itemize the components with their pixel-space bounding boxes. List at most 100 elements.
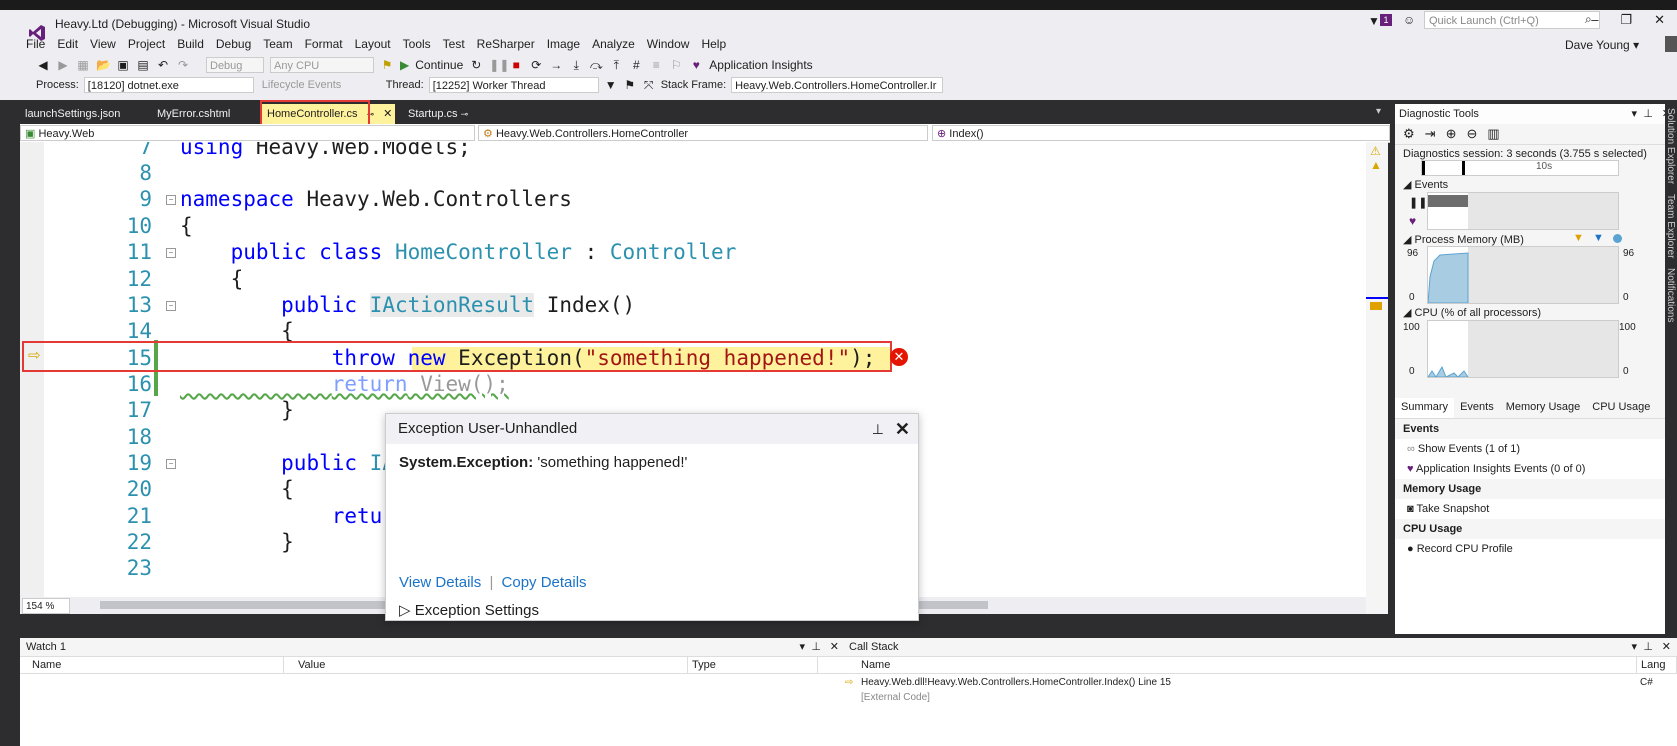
menu-file[interactable]: File <box>26 37 53 51</box>
table-row[interactable]: [External Code] <box>843 690 1677 705</box>
tab-memory-usage[interactable]: Memory Usage <box>1500 398 1587 418</box>
collapse-icon[interactable]: − <box>166 195 176 205</box>
step-into-icon[interactable]: ⤓ <box>569 58 583 72</box>
open-icon[interactable]: 📂 <box>96 58 111 72</box>
restart-debug-icon[interactable]: ⟳ <box>529 58 543 72</box>
code-line-9[interactable]: namespace Heavy.Web.Controllers <box>180 187 572 211</box>
menu-layout[interactable]: Layout <box>355 37 399 51</box>
save-icon[interactable]: ▣ <box>116 58 130 72</box>
code-line-13[interactable]: public IActionResult Index() <box>180 293 635 317</box>
flag-threads-icon[interactable]: ⚑ <box>623 78 637 92</box>
continue-icon[interactable]: ▶ <box>400 54 409 76</box>
close-icon[interactable]: ✕ <box>895 414 910 444</box>
memory-graph[interactable] <box>1427 246 1619 304</box>
code-line-11[interactable]: public class HomeController : Controller <box>180 240 737 264</box>
exception-helper-popup[interactable]: Exception User-Unhandled ⊥ ✕ System.Exce… <box>385 413 919 621</box>
class-combo[interactable]: ⚙ Heavy.Web.Controllers.HomeController <box>478 125 928 141</box>
error-icon[interactable]: ✕ <box>890 348 908 366</box>
collapse-icon[interactable]: − <box>166 459 176 469</box>
filter-icon[interactable]: ▼ <box>1368 14 1380 28</box>
scrollbar-map[interactable]: ⚠ ▲ <box>1366 142 1388 614</box>
table-row[interactable]: ⇨ Heavy.Web.dll!Heavy.Web.Controllers.Ho… <box>843 675 1677 690</box>
tab-overflow-icon[interactable]: ▾ <box>1376 106 1381 117</box>
pin-icon[interactable]: ⊥ <box>811 638 821 656</box>
code-line-17[interactable]: } <box>180 398 294 422</box>
code-line-22[interactable]: } <box>180 530 294 554</box>
menu-help[interactable]: Help <box>701 37 734 51</box>
code-line-20[interactable]: { <box>180 477 294 501</box>
restart-icon[interactable]: ↻ <box>469 58 483 72</box>
ai-events-item[interactable]: ♥ Application Insights Events (0 of 0) <box>1395 459 1677 479</box>
code-line-21[interactable]: return <box>180 504 408 528</box>
events-graph[interactable] <box>1427 192 1619 230</box>
view-details-link[interactable]: View Details <box>399 574 481 591</box>
project-combo[interactable]: ▣ Heavy.Web <box>20 125 475 141</box>
show-events-item[interactable]: ∞ Show Events (1 of 1) <box>1395 439 1677 459</box>
forward-icon[interactable]: ▶ <box>56 58 70 72</box>
close-icon[interactable]: ✕ <box>1654 12 1665 28</box>
break-all-icon[interactable]: ❚❚ <box>489 58 509 72</box>
record-cpu-item[interactable]: ● Record CPU Profile <box>1395 539 1677 559</box>
menu-test[interactable]: Test <box>443 37 473 51</box>
column-header-lang[interactable]: Lang <box>1637 657 1677 673</box>
attach-icon[interactable]: ⚑ <box>380 58 394 72</box>
menu-view[interactable]: View <box>90 37 124 51</box>
stack-frame-combo[interactable]: Heavy.Web.Controllers.HomeController.Ir <box>731 77 944 93</box>
tab-launchsettings[interactable]: launchSettings.json <box>20 104 153 124</box>
code-line-10[interactable]: { <box>180 214 193 238</box>
quick-launch-input[interactable]: Quick Launch (Ctrl+Q) <box>1424 11 1600 29</box>
timeline-ruler[interactable]: 10s <box>1421 160 1619 176</box>
code-line-16[interactable]: return View(); <box>180 372 509 396</box>
column-header-name[interactable]: Name <box>857 657 1637 673</box>
user-account[interactable]: Dave Young ▾ <box>1565 38 1639 52</box>
menu-format[interactable]: Format <box>305 37 351 51</box>
menu-debug[interactable]: Debug <box>216 37 259 51</box>
close-icon[interactable]: ✕ <box>830 638 839 656</box>
new-project-icon[interactable]: ▦ <box>76 58 90 72</box>
code-line-14[interactable]: { <box>180 319 294 343</box>
take-snapshot-item[interactable]: ◙ Take Snapshot <box>1395 499 1677 519</box>
notifications-tab[interactable]: Notifications <box>1665 268 1676 322</box>
show-next-statement-icon[interactable]: → <box>549 58 563 72</box>
step-out-icon[interactable]: ⤒ <box>609 58 623 72</box>
menu-tools[interactable]: Tools <box>403 37 439 51</box>
code-line-19[interactable]: public IAc <box>180 451 407 475</box>
undo-icon[interactable]: ↶ <box>156 58 170 72</box>
pin-icon[interactable]: ⊥ <box>1643 638 1653 656</box>
zoom-in-icon[interactable]: ⊕ <box>1446 126 1457 142</box>
bookmark-icon[interactable]: ⚐ <box>669 58 683 72</box>
pin-icon[interactable]: ⊥ <box>872 414 884 444</box>
menu-window[interactable]: Window <box>647 37 698 51</box>
lifecycle-events-combo[interactable]: Lifecycle Events <box>259 77 381 93</box>
platform-combo[interactable]: Any CPU <box>270 57 374 73</box>
collapse-icon[interactable]: − <box>166 248 176 258</box>
code-line-7[interactable]: using Heavy.Web.Models; <box>180 142 471 159</box>
dropdown-icon[interactable]: ▾ <box>1631 638 1637 656</box>
thread-combo[interactable]: [12252] Worker Thread <box>428 77 599 93</box>
chart-icon[interactable]: ▥ <box>1487 126 1499 142</box>
redo-icon[interactable]: ↷ <box>176 58 190 72</box>
indicator-margin[interactable] <box>20 142 44 614</box>
continue-button[interactable]: Continue <box>415 54 463 76</box>
process-combo[interactable]: [18120] dotnet.exe <box>83 77 254 93</box>
menu-build[interactable]: Build <box>177 37 212 51</box>
team-explorer-tab[interactable]: Team Explorer <box>1665 194 1676 258</box>
close-icon[interactable]: ✕ <box>1662 638 1671 656</box>
member-combo[interactable]: ⊕ Index() <box>932 125 1390 141</box>
menu-project[interactable]: Project <box>128 37 173 51</box>
maximize-icon[interactable]: ❐ <box>1620 12 1632 28</box>
solution-explorer-tab[interactable]: Solution Explorer <box>1665 108 1676 184</box>
menu-team[interactable]: Team <box>263 37 300 51</box>
callstack-grid[interactable]: Name Lang ⇨ Heavy.Web.dll!Heavy.Web.Cont… <box>843 657 1677 746</box>
step-over-icon[interactable]: ⤼ <box>589 58 603 72</box>
tab-cpu-usage[interactable]: CPU Usage <box>1586 398 1656 418</box>
column-header-type[interactable]: Type <box>688 657 818 673</box>
close-tab-icon[interactable]: ✕ <box>383 108 392 120</box>
app-insights-button[interactable]: Application Insights <box>709 54 812 76</box>
tab-startup[interactable]: Startup.cs ⊸ <box>403 104 498 124</box>
notification-badge[interactable]: 1 <box>1380 14 1392 26</box>
hex-icon[interactable]: # <box>629 58 643 72</box>
tab-events[interactable]: Events <box>1454 398 1500 418</box>
dropdown-icon[interactable]: ▾ <box>799 638 805 656</box>
feedback-icon[interactable]: ☺ <box>1403 13 1415 27</box>
